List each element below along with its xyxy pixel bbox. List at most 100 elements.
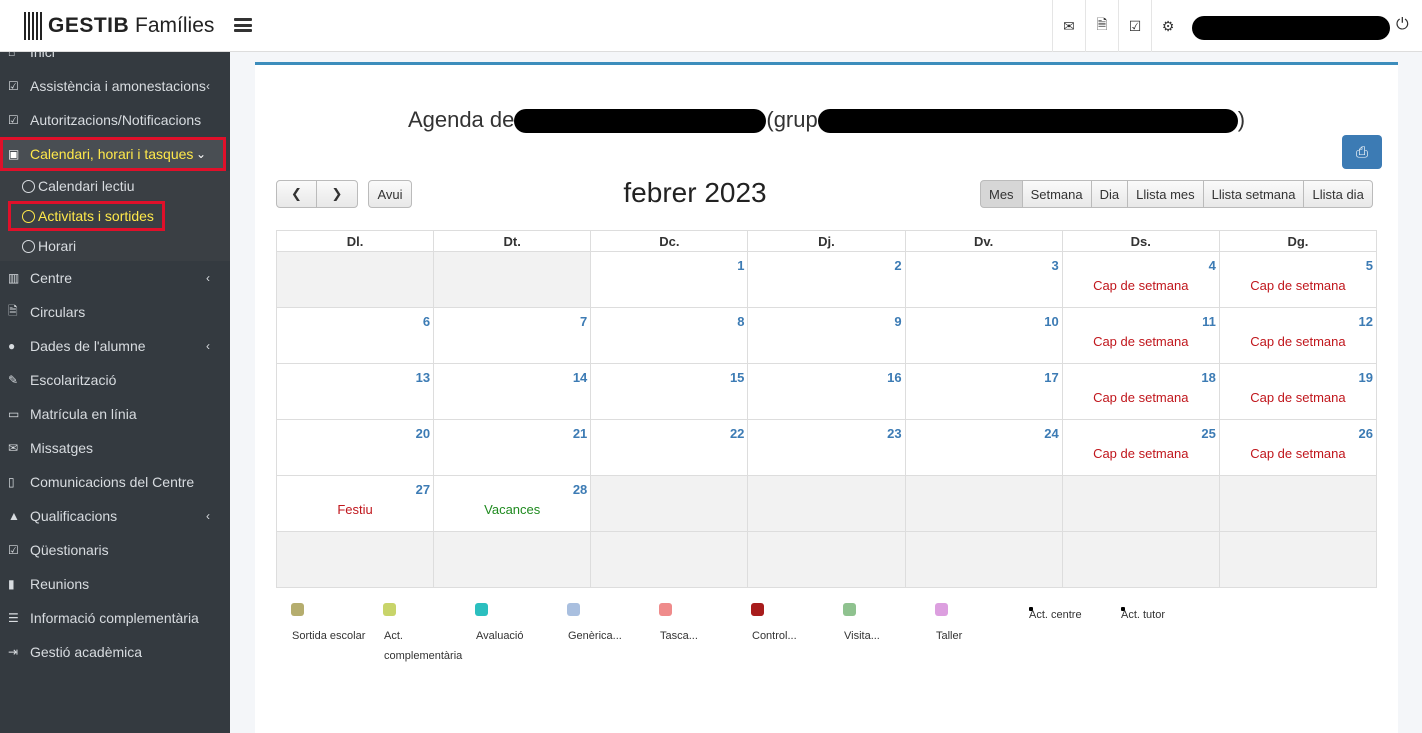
calendar-day-cell[interactable] — [433, 531, 592, 588]
sidebar-sub-activitats[interactable]: Activitats i sortides — [8, 201, 165, 231]
calendar-day-cell[interactable]: 3 — [904, 251, 1063, 308]
view-day-button[interactable]: Dia — [1091, 180, 1129, 208]
calendar-day-cell[interactable]: 11 Cap de setmana — [1061, 307, 1220, 364]
sidebar-item-questionaris[interactable]: ☑ Qüestionaris — [0, 533, 230, 567]
calendar-event[interactable]: Cap de setmana — [1063, 390, 1219, 405]
day-number[interactable]: 17 — [1044, 370, 1058, 385]
calendar-day-cell[interactable] — [747, 531, 906, 588]
power-icon[interactable]: ⏻ — [1396, 16, 1409, 34]
calendar-event[interactable]: Cap de setmana — [1220, 278, 1376, 293]
sidebar-item-gestio[interactable]: ⇥ Gestió acadèmica — [0, 635, 230, 669]
calendar-day-cell[interactable]: 1 — [590, 251, 749, 308]
sidebar-item-centre[interactable]: ▥ Centre ‹ — [0, 261, 230, 295]
gears-icon[interactable]: ⚙ — [1151, 0, 1184, 52]
sidebar-sub-horari[interactable]: Horari — [0, 231, 230, 261]
calendar-day-cell[interactable] — [1061, 531, 1220, 588]
calendar-day-cell[interactable] — [747, 475, 906, 532]
calendar-day-cell[interactable]: 21 — [433, 419, 592, 476]
calendar-day-cell[interactable]: 14 — [433, 363, 592, 420]
calendar-day-cell[interactable]: 12 Cap de setmana — [1218, 307, 1378, 364]
day-number[interactable]: 27 — [416, 482, 430, 497]
day-number[interactable]: 1 — [737, 258, 744, 273]
sidebar-item-informacio[interactable]: ☰ Informació complementària — [0, 601, 230, 635]
prev-month-button[interactable]: ❮ — [276, 180, 317, 208]
calendar-day-cell[interactable]: 4 Cap de setmana — [1061, 251, 1220, 308]
calendar-event[interactable]: Cap de setmana — [1220, 390, 1376, 405]
calendar-day-cell[interactable] — [275, 531, 435, 588]
print-button[interactable]: ⎙ — [1342, 135, 1382, 169]
day-number[interactable]: 13 — [416, 370, 430, 385]
day-number[interactable]: 8 — [737, 314, 744, 329]
calendar-day-cell[interactable]: 18 Cap de setmana — [1061, 363, 1220, 420]
calendar-day-cell[interactable]: 27 Festiu — [275, 475, 435, 532]
calendar-day-cell[interactable]: 22 — [590, 419, 749, 476]
calendar-day-cell[interactable] — [590, 531, 749, 588]
calendar-day-cell[interactable] — [904, 475, 1063, 532]
calendar-day-cell[interactable]: 10 — [904, 307, 1063, 364]
day-number[interactable]: 3 — [1051, 258, 1058, 273]
calendar-day-cell[interactable]: 6 — [275, 307, 435, 364]
day-number[interactable]: 10 — [1044, 314, 1058, 329]
menu-toggle-icon[interactable] — [234, 16, 252, 34]
day-number[interactable]: 21 — [573, 426, 587, 441]
calendar-event[interactable]: Cap de setmana — [1063, 446, 1219, 461]
brand-logo[interactable]: GESTIB Famílies — [0, 0, 230, 52]
day-number[interactable]: 26 — [1359, 426, 1373, 441]
calendar-day-cell[interactable]: 24 — [904, 419, 1063, 476]
calendar-day-cell[interactable]: 9 — [747, 307, 906, 364]
day-number[interactable]: 12 — [1359, 314, 1373, 329]
day-number[interactable]: 11 — [1202, 314, 1216, 329]
day-number[interactable]: 9 — [894, 314, 901, 329]
calendar-day-cell[interactable]: 26 Cap de setmana — [1218, 419, 1378, 476]
view-month-button[interactable]: Mes — [980, 180, 1023, 208]
calendar-event[interactable]: Festiu — [277, 502, 433, 517]
calendar-day-cell[interactable] — [590, 475, 749, 532]
calendar-day-cell[interactable] — [1061, 475, 1220, 532]
day-number[interactable]: 25 — [1201, 426, 1215, 441]
calendar-event[interactable]: Cap de setmana — [1063, 334, 1219, 349]
view-list-month-button[interactable]: Llista mes — [1128, 180, 1204, 208]
sidebar-item-dades-alumne[interactable]: ● Dades de l'alumne ‹ — [0, 329, 230, 363]
calendar-day-cell[interactable]: 8 — [590, 307, 749, 364]
today-button[interactable]: Avui — [368, 180, 412, 208]
sidebar-item-comunicacions[interactable]: ▯ Comunicacions del Centre — [0, 465, 230, 499]
calendar-day-cell[interactable]: 25 Cap de setmana — [1061, 419, 1220, 476]
calendar-day-cell[interactable] — [1218, 475, 1378, 532]
day-number[interactable]: 22 — [730, 426, 744, 441]
day-number[interactable]: 2 — [894, 258, 901, 273]
calendar-day-cell[interactable]: 5 Cap de setmana — [1218, 251, 1378, 308]
day-number[interactable]: 28 — [573, 482, 587, 497]
sidebar-item-missatges[interactable]: ✉ Missatges — [0, 431, 230, 465]
view-list-day-button[interactable]: Llista dia — [1304, 180, 1373, 208]
day-number[interactable]: 19 — [1359, 370, 1373, 385]
sidebar-sub-calendari-lectiu[interactable]: Calendari lectiu — [0, 171, 230, 201]
envelope-icon[interactable]: ✉ — [1052, 0, 1085, 52]
calendar-day-cell[interactable]: 16 — [747, 363, 906, 420]
calendar-event[interactable]: Cap de setmana — [1220, 334, 1376, 349]
calendar-day-cell[interactable]: 13 — [275, 363, 435, 420]
next-month-button[interactable]: ❯ — [316, 180, 358, 208]
calendar-day-cell[interactable] — [904, 531, 1063, 588]
sidebar-item-calendari[interactable]: ▣ Calendari, horari i tasques ⌄ — [0, 137, 226, 171]
day-number[interactable]: 7 — [580, 314, 587, 329]
day-number[interactable]: 23 — [887, 426, 901, 441]
user-name-redacted[interactable] — [1192, 16, 1390, 40]
view-list-week-button[interactable]: Llista setmana — [1203, 180, 1305, 208]
calendar-event[interactable]: Cap de setmana — [1063, 278, 1219, 293]
calendar-day-cell[interactable] — [1218, 531, 1378, 588]
calendar-day-cell[interactable]: 19 Cap de setmana — [1218, 363, 1378, 420]
sidebar-item-matricula[interactable]: ▭ Matrícula en línia — [0, 397, 230, 431]
day-number[interactable]: 14 — [573, 370, 587, 385]
day-number[interactable]: 5 — [1366, 258, 1373, 273]
calendar-day-cell[interactable]: 15 — [590, 363, 749, 420]
calendar-event[interactable]: Vacances — [434, 502, 590, 517]
checkbox-icon[interactable]: ☑ — [1118, 0, 1151, 52]
sidebar-item-qualificacions[interactable]: ▲ Qualificacions ‹ — [0, 499, 230, 533]
document-icon[interactable]: 🗎 — [1085, 0, 1118, 52]
calendar-day-cell[interactable]: 17 — [904, 363, 1063, 420]
day-number[interactable]: 6 — [423, 314, 430, 329]
calendar-day-cell[interactable] — [275, 251, 435, 308]
sidebar-item-circulars[interactable]: 🗎 Circulars — [0, 295, 230, 329]
sidebar-item-autoritzacions[interactable]: ☑ Autoritzacions/Notificacions — [0, 103, 230, 137]
day-number[interactable]: 15 — [730, 370, 744, 385]
